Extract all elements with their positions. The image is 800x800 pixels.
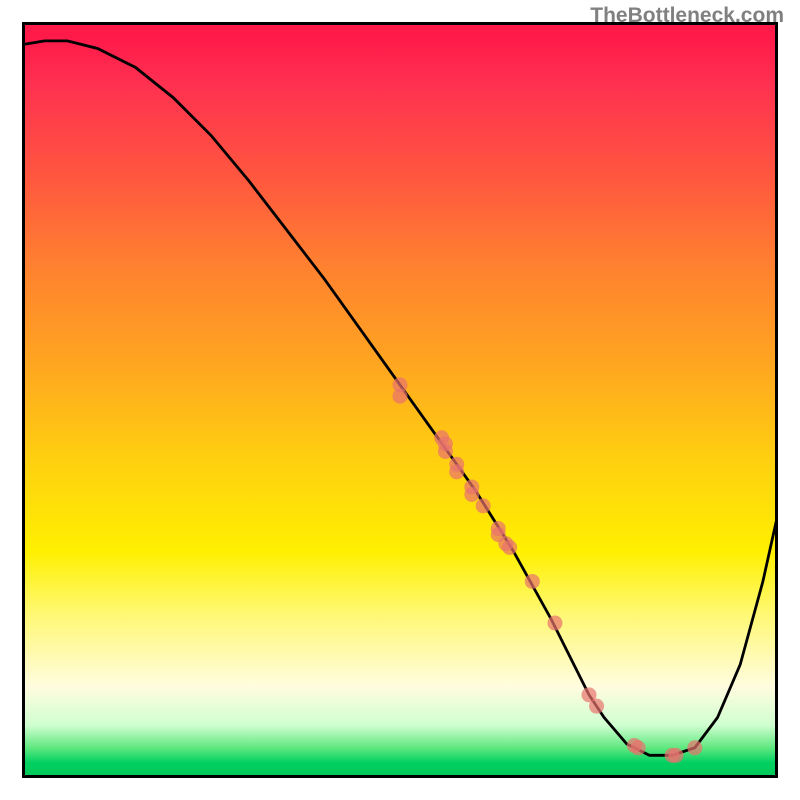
axis-border-bottom (22, 775, 778, 778)
data-point (631, 740, 646, 755)
data-point (687, 740, 702, 755)
data-point (668, 748, 683, 763)
data-point (393, 389, 408, 404)
data-point (525, 574, 540, 589)
data-point (502, 540, 517, 555)
axis-border-left (22, 22, 25, 778)
chart-svg (22, 22, 778, 778)
watermark-text: TheBottleneck.com (590, 4, 784, 28)
data-point (589, 699, 604, 714)
data-point (449, 464, 464, 479)
data-point (547, 616, 562, 631)
scatter-points-group (393, 377, 703, 762)
axis-border-right (775, 22, 778, 778)
data-point (464, 487, 479, 502)
data-point (438, 444, 453, 459)
data-point (476, 498, 491, 513)
chart-plot-area (22, 22, 778, 778)
